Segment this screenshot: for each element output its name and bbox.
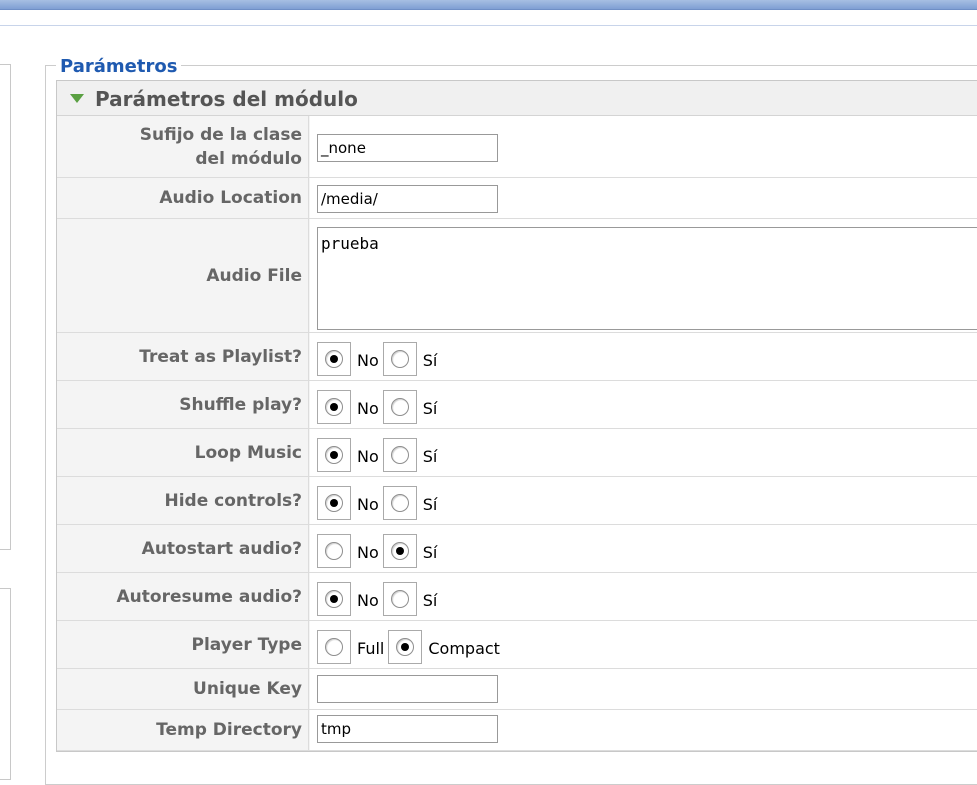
autostart-audio-si-radio[interactable] <box>390 542 409 560</box>
row-autostart-audio: Autostart audio? No Sí <box>57 525 977 573</box>
radio-option-label: Sí <box>422 543 438 562</box>
radio-selected-dot <box>330 499 338 507</box>
player-type-compact-radio[interactable] <box>396 638 415 656</box>
temp-directory-input[interactable]: tmp <box>317 715 498 743</box>
row-audio-file: Audio File prueba <box>57 219 977 333</box>
unique-key-input[interactable] <box>317 675 498 703</box>
radio-selected-dot <box>401 643 410 651</box>
player-type-full-radio[interactable] <box>325 638 343 656</box>
panel-header[interactable]: Parámetros del módulo <box>57 81 977 116</box>
autoresume-audio-label: Autoresume audio? <box>116 586 302 607</box>
radio-selected-dot <box>330 355 338 363</box>
shuffle-play-radio-group: No Sí <box>317 390 441 424</box>
player-type-radio-group: Full Compact <box>317 630 504 664</box>
autoresume-audio-no-radio[interactable] <box>325 590 343 608</box>
module-class-suffix-input[interactable]: _none <box>317 134 498 162</box>
loop-music-si-radio[interactable] <box>390 446 409 464</box>
row-unique-key: Unique Key <box>57 669 977 710</box>
radio-option-label: Full <box>357 639 385 658</box>
row-shuffle-play: Shuffle play? No Sí <box>57 381 977 429</box>
loop-music-label: Loop Music <box>194 442 302 463</box>
hide-controls-radio-group: No Sí <box>317 486 441 520</box>
row-temp-directory: Temp Directory tmp <box>57 710 977 751</box>
triangle-down-icon[interactable] <box>70 94 84 103</box>
player-type-label: Player Type <box>191 634 302 655</box>
radio-option-label: Sí <box>422 591 438 610</box>
radio-option-label: Sí <box>422 399 438 418</box>
radio-selected-dot <box>395 547 404 555</box>
autoresume-audio-si-radio[interactable] <box>390 590 409 608</box>
left-sidebar-panel <box>0 64 11 550</box>
autostart-audio-radio-group: No Sí <box>317 534 441 568</box>
loop-music-radio-group: No Sí <box>317 438 441 472</box>
window-top-bar <box>0 0 977 10</box>
row-autoresume-audio: Autoresume audio? No Sí <box>57 573 977 621</box>
radio-option-label: Sí <box>422 495 438 514</box>
radio-option-label: No <box>357 399 379 418</box>
panel-title: Parámetros del módulo <box>95 87 358 111</box>
radio-selected-dot <box>330 403 338 411</box>
row-loop-music: Loop Music No Sí <box>57 429 977 477</box>
radio-option-label: No <box>357 543 379 562</box>
treat-as-playlist-radio-group: No Sí <box>317 342 441 376</box>
autoresume-audio-radio-group: No Sí <box>317 582 441 616</box>
row-treat-as-playlist: Treat as Playlist? No Sí <box>57 333 977 381</box>
radio-option-label: Compact <box>428 639 500 658</box>
shuffle-play-label: Shuffle play? <box>179 394 302 415</box>
temp-directory-label: Temp Directory <box>156 720 302 740</box>
hide-controls-si-radio[interactable] <box>390 494 409 512</box>
audio-file-label: Audio File <box>206 265 302 286</box>
radio-option-label: No <box>357 447 379 466</box>
left-sidebar-panel-lower <box>0 588 11 780</box>
treat-as-playlist-label: Treat as Playlist? <box>139 346 302 367</box>
row-hide-controls: Hide controls? No Sí <box>57 477 977 525</box>
radio-option-label: Sí <box>422 351 438 370</box>
radio-option-label: No <box>357 591 379 610</box>
radio-selected-dot <box>330 595 338 603</box>
unique-key-label: Unique Key <box>193 679 302 699</box>
hide-controls-label: Hide controls? <box>164 490 302 511</box>
shuffle-play-no-radio[interactable] <box>325 398 343 416</box>
audio-file-textarea[interactable]: prueba <box>317 227 977 330</box>
hide-controls-no-radio[interactable] <box>325 494 343 512</box>
shuffle-play-si-radio[interactable] <box>390 398 409 416</box>
loop-music-no-radio[interactable] <box>325 446 343 464</box>
radio-option-label: No <box>357 495 379 514</box>
row-module-class-suffix: Sufijo de la clase del módulo _none <box>57 116 977 178</box>
treat-as-playlist-si-radio[interactable] <box>390 350 409 368</box>
top-divider <box>0 25 977 26</box>
row-audio-location: Audio Location /media/ <box>57 178 977 219</box>
row-player-type: Player Type Full Compact <box>57 621 977 669</box>
radio-option-label: Sí <box>422 447 438 466</box>
audio-location-label: Audio Location <box>159 188 302 208</box>
autostart-audio-no-radio[interactable] <box>325 542 343 560</box>
treat-as-playlist-no-radio[interactable] <box>325 350 343 368</box>
fieldset-legend: Parámetros <box>56 55 182 79</box>
radio-option-label: No <box>357 351 379 370</box>
module-class-suffix-label: Sufijo de la clase del módulo <box>139 124 302 169</box>
autostart-audio-label: Autostart audio? <box>141 538 302 559</box>
radio-selected-dot <box>330 451 338 459</box>
audio-location-input[interactable]: /media/ <box>317 185 498 213</box>
